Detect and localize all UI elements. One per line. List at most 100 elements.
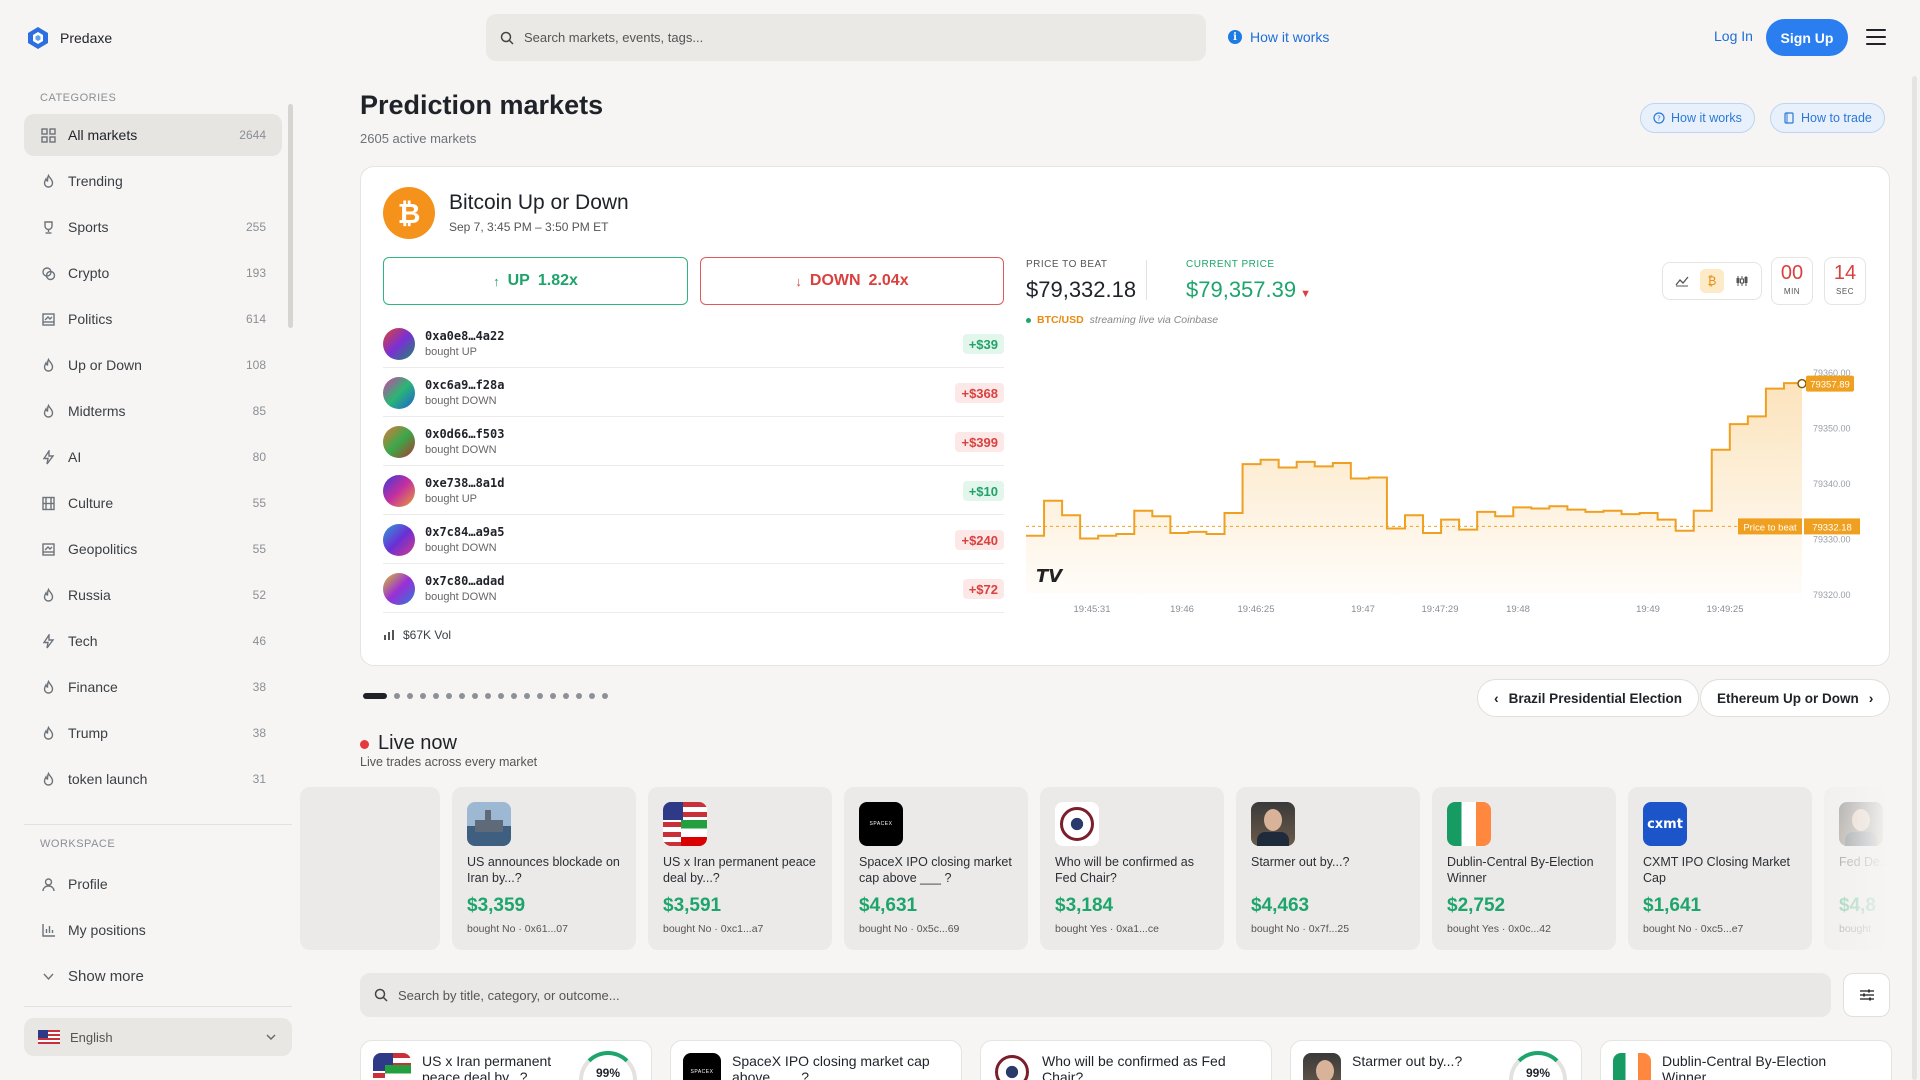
sidebar-item-trump[interactable]: Trump 38 (24, 712, 282, 754)
carousel-dot[interactable] (407, 693, 413, 699)
signup-button[interactable]: Sign Up (1766, 19, 1848, 56)
trader-address[interactable]: 0xc6a9…f28a (425, 378, 504, 392)
prev-market-button[interactable]: ‹ Brazil Presidential Election (1477, 679, 1699, 717)
probability-gauge: 99% (579, 1051, 637, 1080)
sidebar-item-label: Sports (68, 219, 109, 235)
price-chart[interactable]: 79360.0079350.0079340.0079330.0079320.00… (1026, 362, 1876, 622)
sidebar-item-tech[interactable]: Tech 46 (24, 620, 282, 662)
sidebar-item-politics[interactable]: Politics 614 (24, 298, 282, 340)
live-card-price: $3,359 (467, 895, 526, 916)
trade-row: 0x7c80…adad bought DOWN +$72 (383, 564, 1004, 613)
sidebar-item-label: Midterms (68, 403, 126, 419)
carousel-dot[interactable] (550, 693, 556, 699)
global-search-input[interactable]: Search markets, events, tags... (486, 14, 1206, 61)
sidebar-item-show-more[interactable]: Show more (24, 955, 282, 997)
sidebar-item-trending[interactable]: Trending (24, 160, 282, 202)
flame-icon (40, 357, 56, 373)
market-card[interactable]: Starmer out by...? 99% (1290, 1040, 1582, 1080)
flame-icon (40, 679, 56, 695)
sidebar-item-count: 193 (245, 266, 266, 280)
sidebar-item-geopolitics[interactable]: Geopolitics 55 (24, 528, 282, 570)
carousel-dot[interactable] (394, 693, 400, 699)
sidebar-item-midterms[interactable]: Midterms 85 (24, 390, 282, 432)
next-market-button[interactable]: Ethereum Up or Down › (1700, 679, 1891, 717)
trader-address[interactable]: 0x7c80…adad (425, 574, 504, 588)
market-card[interactable]: Who will be confirmed as Fed Chair? (980, 1040, 1272, 1080)
market-card[interactable]: SPACEX SpaceX IPO closing market cap abov… (670, 1040, 962, 1080)
market-card[interactable]: Dublin-Central By-Election Winner (1600, 1040, 1892, 1080)
live-trade-card[interactable]: Who will be confirmed as Fed Chair? $3,18… (1040, 787, 1224, 950)
carousel-dot[interactable] (563, 693, 569, 699)
sidebar-item-ai[interactable]: AI 80 (24, 436, 282, 478)
us-flag-icon (38, 1030, 60, 1044)
sidebar-item-all-markets[interactable]: All markets 2644 (24, 114, 282, 156)
trade-row: 0xc6a9…f28a bought DOWN +$368 (383, 368, 1004, 417)
carousel-dot[interactable] (589, 693, 595, 699)
how-to-trade-button[interactable]: How to trade (1770, 103, 1885, 133)
carousel-dot[interactable] (446, 693, 452, 699)
price-to-beat-value: $79,332.18 (1026, 277, 1137, 302)
sidebar-item-up-or-down[interactable]: Up or Down 108 (24, 344, 282, 386)
menu-icon[interactable] (1866, 29, 1886, 45)
market-card[interactable]: US x Iran permanent peace deal by...? 99% (360, 1040, 652, 1080)
bitcoin-toggle-icon[interactable]: ₿ (1700, 269, 1724, 293)
carousel-dot[interactable] (524, 693, 530, 699)
live-trade-card[interactable]: cxmt CXMT IPO Closing Market Cap $1,641 bou… (1628, 787, 1812, 950)
carousel-dot[interactable] (363, 693, 387, 699)
language-select[interactable]: English (24, 1018, 292, 1056)
sidebar-item-finance[interactable]: Finance 38 (24, 666, 282, 708)
trader-address[interactable]: 0x0d66…f503 (425, 427, 504, 441)
carousel-dot[interactable] (537, 693, 543, 699)
page-scrollbar[interactable] (1912, 76, 1917, 1080)
sidebar-item-crypto[interactable]: Crypto 193 (24, 252, 282, 294)
carousel-dot[interactable] (511, 693, 517, 699)
flame-icon (40, 403, 56, 419)
carousel-dot[interactable] (576, 693, 582, 699)
sidebar-item-count: 31 (252, 772, 266, 786)
trader-address[interactable]: 0xe738…8a1d (425, 476, 504, 490)
candlestick-icon[interactable] (1730, 269, 1754, 293)
carousel-dot[interactable] (498, 693, 504, 699)
filter-button[interactable] (1843, 973, 1890, 1017)
sidebar-item-count: 255 (245, 220, 266, 234)
login-button[interactable]: Log In (1714, 28, 1753, 44)
sidebar-item-token-launch[interactable]: token launch 31 (24, 758, 282, 800)
live-card-price: $4,463 (1251, 895, 1310, 916)
live-trade-card[interactable]: Dublin-Central By-Election Winner $2,752 b… (1432, 787, 1616, 950)
sidebar-item-my-positions[interactable]: My positions (24, 909, 282, 951)
price-divider (1146, 260, 1147, 300)
sidebar-divider (24, 824, 292, 825)
carousel-dot[interactable] (420, 693, 426, 699)
live-trade-card[interactable]: US x Iran permanent peace deal by...? $3,… (648, 787, 832, 950)
live-card-partial[interactable] (300, 787, 440, 950)
y-tick-label: 79330.00 (1813, 535, 1851, 545)
carousel-dot[interactable] (485, 693, 491, 699)
trader-address[interactable]: 0x7c84…a9a5 (425, 525, 504, 539)
live-trade-card[interactable]: Starmer out by...? $4,463 bought No · 0x7f… (1236, 787, 1420, 950)
sidebar-item-count: 55 (252, 542, 266, 556)
live-trade-card[interactable]: SPACEX SpaceX IPO closing market cap abov… (844, 787, 1028, 950)
how-it-works-link[interactable]: i How it works (1228, 29, 1329, 45)
sidebar-item-profile[interactable]: Profile (24, 863, 282, 905)
carousel-dot[interactable] (472, 693, 478, 699)
sidebar-item-sports[interactable]: Sports 255 (24, 206, 282, 248)
market-thumbnail: SPACEX (683, 1053, 721, 1080)
carousel-dot[interactable] (433, 693, 439, 699)
featured-market-title[interactable]: Bitcoin Up or Down (449, 191, 629, 215)
current-price-tag-label: 79357.89 (1810, 380, 1850, 391)
trader-address[interactable]: 0xa0e8…4a22 (425, 329, 504, 343)
line-chart-icon[interactable] (1670, 269, 1694, 293)
market-search-input[interactable]: Search by title, category, or outcome... (360, 973, 1831, 1017)
carousel-dot[interactable] (459, 693, 465, 699)
live-card-trade: bought No · 0xc1...a7 (663, 923, 764, 935)
buy-down-button[interactable]: ↓ DOWN 2.04x (700, 257, 1004, 305)
sidebar-scrollbar[interactable] (288, 104, 293, 328)
buy-up-button[interactable]: ↑ UP 1.82x (383, 257, 688, 305)
up-multiplier: 1.82x (537, 272, 578, 289)
brand-logo[interactable]: Predaxe (26, 26, 112, 50)
carousel-dot[interactable] (602, 693, 608, 699)
sidebar-item-culture[interactable]: Culture 55 (24, 482, 282, 524)
how-it-works-button[interactable]: ? How it works (1640, 103, 1755, 133)
live-trade-card[interactable]: US announces blockade on Iran by...? $3,3… (452, 787, 636, 950)
sidebar-item-russia[interactable]: Russia 52 (24, 574, 282, 616)
